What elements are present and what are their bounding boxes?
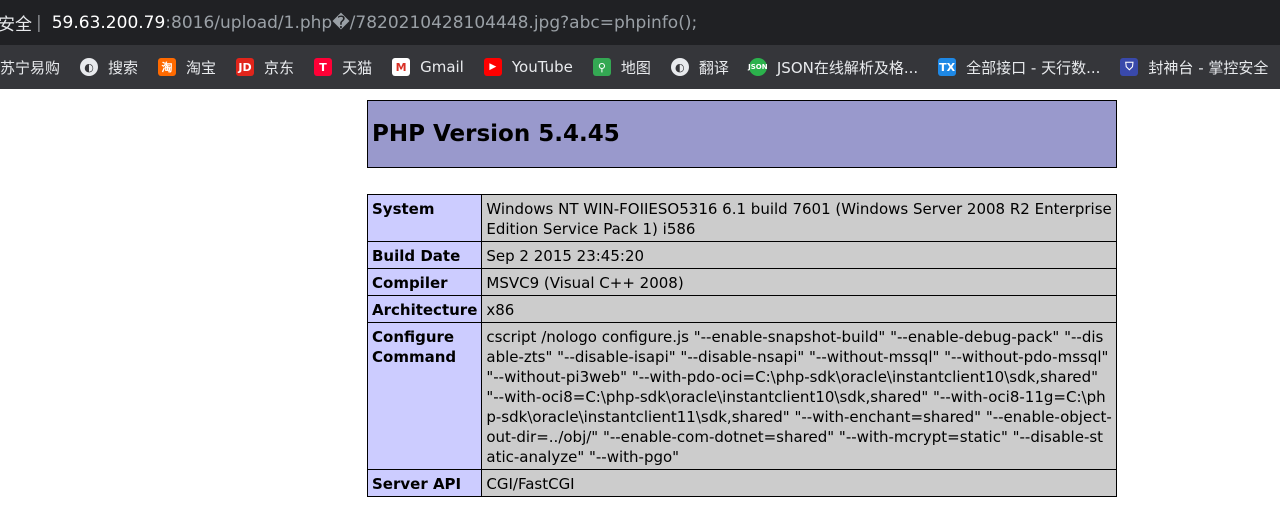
row-key: System (366, 194, 483, 242)
table-row: Compiler MSVC9 (Visual C++ 2008) (366, 268, 1117, 296)
bookmark-label: 翻译 (698, 58, 729, 77)
bookmark-label: 苏宁易购 (0, 58, 61, 77)
row-key: Configure Command (366, 322, 483, 470)
row-value: CGI/FastCGI (481, 469, 1117, 497)
bookmark-label: JSON在线解析及格... (776, 58, 919, 77)
bookmark-maps[interactable]: ⚲ 地图 (592, 57, 651, 78)
bookmark-label: 搜索 (108, 58, 139, 77)
table-row: Build Date Sep 2 2015 23:45:20 (366, 241, 1117, 269)
row-value: x86 (481, 295, 1117, 323)
row-value: cscript /nologo configure.js "--enable-s… (481, 322, 1117, 470)
bookmark-label: 地图 (620, 58, 651, 77)
row-key: Build Date (366, 241, 483, 269)
bookmark-label: Gmail (420, 58, 464, 76)
tianxing-icon: TX (938, 58, 957, 76)
bookmark-taobao[interactable]: 淘 淘宝 (158, 57, 216, 78)
table-row: Configure Command cscript /nologo config… (366, 322, 1117, 470)
youtube-icon: ▶ (483, 58, 502, 76)
php-version-title: PHP Version 5.4.45 (372, 121, 620, 147)
row-key: Compiler (366, 268, 483, 296)
bookmark-tianxing[interactable]: TX 全部接口 - 天行数... (938, 57, 1100, 78)
phpinfo-page: PHP Version 5.4.45 System Windows NT WIN… (0, 89, 1280, 507)
row-value: Windows NT WIN-FOIIESO5316 6.1 build 760… (481, 194, 1117, 242)
tmall-icon: T (314, 58, 333, 76)
bookmark-tmall[interactable]: T 天猫 (314, 57, 372, 78)
address-divider: | (36, 12, 42, 33)
bookmark-label: 京东 (264, 58, 295, 77)
bookmark-label: 天猫 (342, 58, 373, 77)
url-path[interactable]: :8016/upload/1.php�/7820210428104448.jpg… (165, 13, 697, 33)
php-version-header: PHP Version 5.4.45 (367, 100, 1117, 168)
shield-icon: ⛉ (1120, 58, 1139, 76)
bookmark-search[interactable]: ◐ 搜索 (80, 57, 138, 78)
bookmark-jd[interactable]: JD 京东 (236, 57, 294, 78)
url-host[interactable]: 59.63.200.79 (52, 13, 166, 33)
bookmark-label: YouTube (511, 58, 573, 76)
table-row: Architecture x86 (366, 295, 1117, 323)
maps-icon: ⚲ (592, 58, 611, 76)
phpinfo-table: System Windows NT WIN-FOIIESO5316 6.1 bu… (366, 194, 1117, 497)
jd-icon: JD (236, 58, 255, 76)
bookmark-label: 淘宝 (186, 58, 217, 77)
bookmark-gmail[interactable]: M Gmail (392, 58, 464, 76)
row-value: MSVC9 (Visual C++ 2008) (481, 268, 1117, 296)
bookmark-label: 全部接口 - 天行数... (966, 58, 1101, 77)
address-bar[interactable]: 安全 | 59.63.200.79:8016/upload/1.php�/782… (0, 0, 1280, 45)
taobao-icon: 淘 (158, 58, 177, 76)
row-key: Server API (366, 469, 483, 497)
bookmark-json[interactable]: JSON JSON在线解析及格... (748, 57, 919, 78)
bookmark-translate[interactable]: ◐ 翻译 (670, 57, 729, 78)
table-row: Server API CGI/FastCGI (366, 469, 1117, 497)
row-key: Architecture (366, 295, 483, 323)
bookmark-fengshentai[interactable]: ⛉ 封神台 - 掌控安全 (1120, 57, 1268, 78)
row-value: Sep 2 2015 23:45:20 (481, 241, 1117, 269)
globe-icon: ◐ (670, 58, 689, 76)
json-icon: JSON (748, 58, 768, 76)
bookmark-label: 封神台 - 掌控安全 (1148, 58, 1269, 77)
globe-icon: ◐ (80, 58, 99, 76)
security-label[interactable]: 安全 (0, 10, 32, 35)
bookmark-youtube[interactable]: ▶ YouTube (483, 58, 573, 76)
bookmarks-bar: 苏宁易购 ◐ 搜索 淘 淘宝 JD 京东 T 天猫 M Gmail ▶ YouT… (0, 45, 1280, 89)
gmail-icon: M (392, 58, 411, 76)
bookmark-suning[interactable]: 苏宁易购 (0, 57, 60, 78)
table-row: System Windows NT WIN-FOIIESO5316 6.1 bu… (366, 194, 1117, 242)
